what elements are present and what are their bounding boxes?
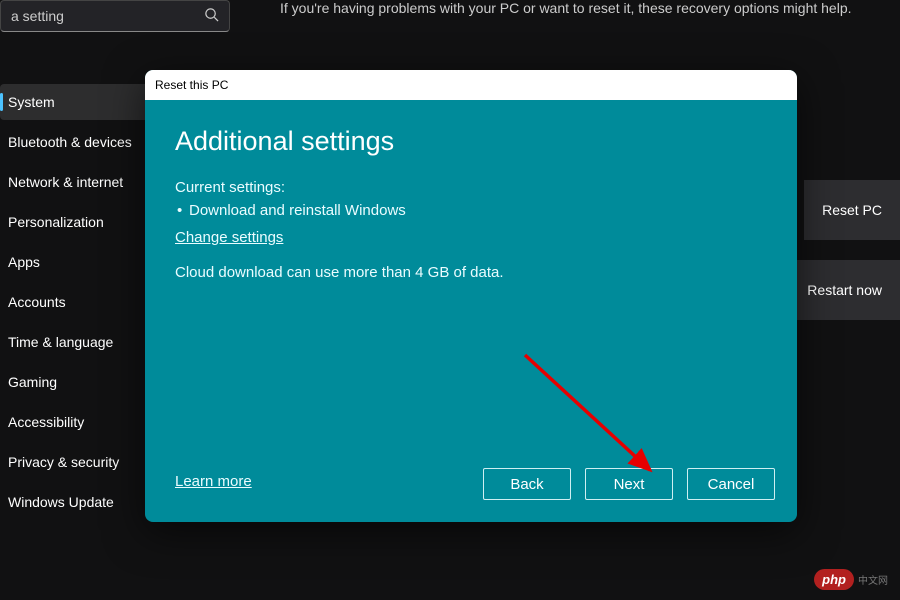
bullet-text: Download and reinstall Windows <box>189 202 406 219</box>
current-settings-label: Current settings: <box>175 179 767 196</box>
search-box[interactable] <box>0 0 230 32</box>
watermark: php 中文网 <box>814 569 888 590</box>
next-button[interactable]: Next <box>585 468 673 500</box>
watermark-text: 中文网 <box>858 572 888 587</box>
cancel-button[interactable]: Cancel <box>687 468 775 500</box>
current-setting-item: •Download and reinstall Windows <box>175 202 767 219</box>
cloud-download-note: Cloud download can use more than 4 GB of… <box>175 264 767 281</box>
dialog-titlebar: Reset this PC <box>145 70 797 100</box>
reset-pc-button[interactable]: Reset PC <box>804 180 900 240</box>
back-button[interactable]: Back <box>483 468 571 500</box>
learn-more-link[interactable]: Learn more <box>175 473 252 490</box>
reset-pc-dialog: Reset this PC Additional settings Curren… <box>145 70 797 522</box>
restart-now-button[interactable]: Restart now <box>789 260 900 320</box>
recovery-help-text: If you're having problems with your PC o… <box>280 0 852 16</box>
change-settings-link[interactable]: Change settings <box>175 229 283 246</box>
watermark-badge: php <box>814 569 854 590</box>
dialog-heading: Additional settings <box>175 126 767 157</box>
search-input[interactable] <box>11 8 204 24</box>
dialog-actions: Back Next Cancel <box>483 468 775 500</box>
search-icon <box>204 7 219 25</box>
dialog-body: Additional settings Current settings: •D… <box>145 100 797 522</box>
